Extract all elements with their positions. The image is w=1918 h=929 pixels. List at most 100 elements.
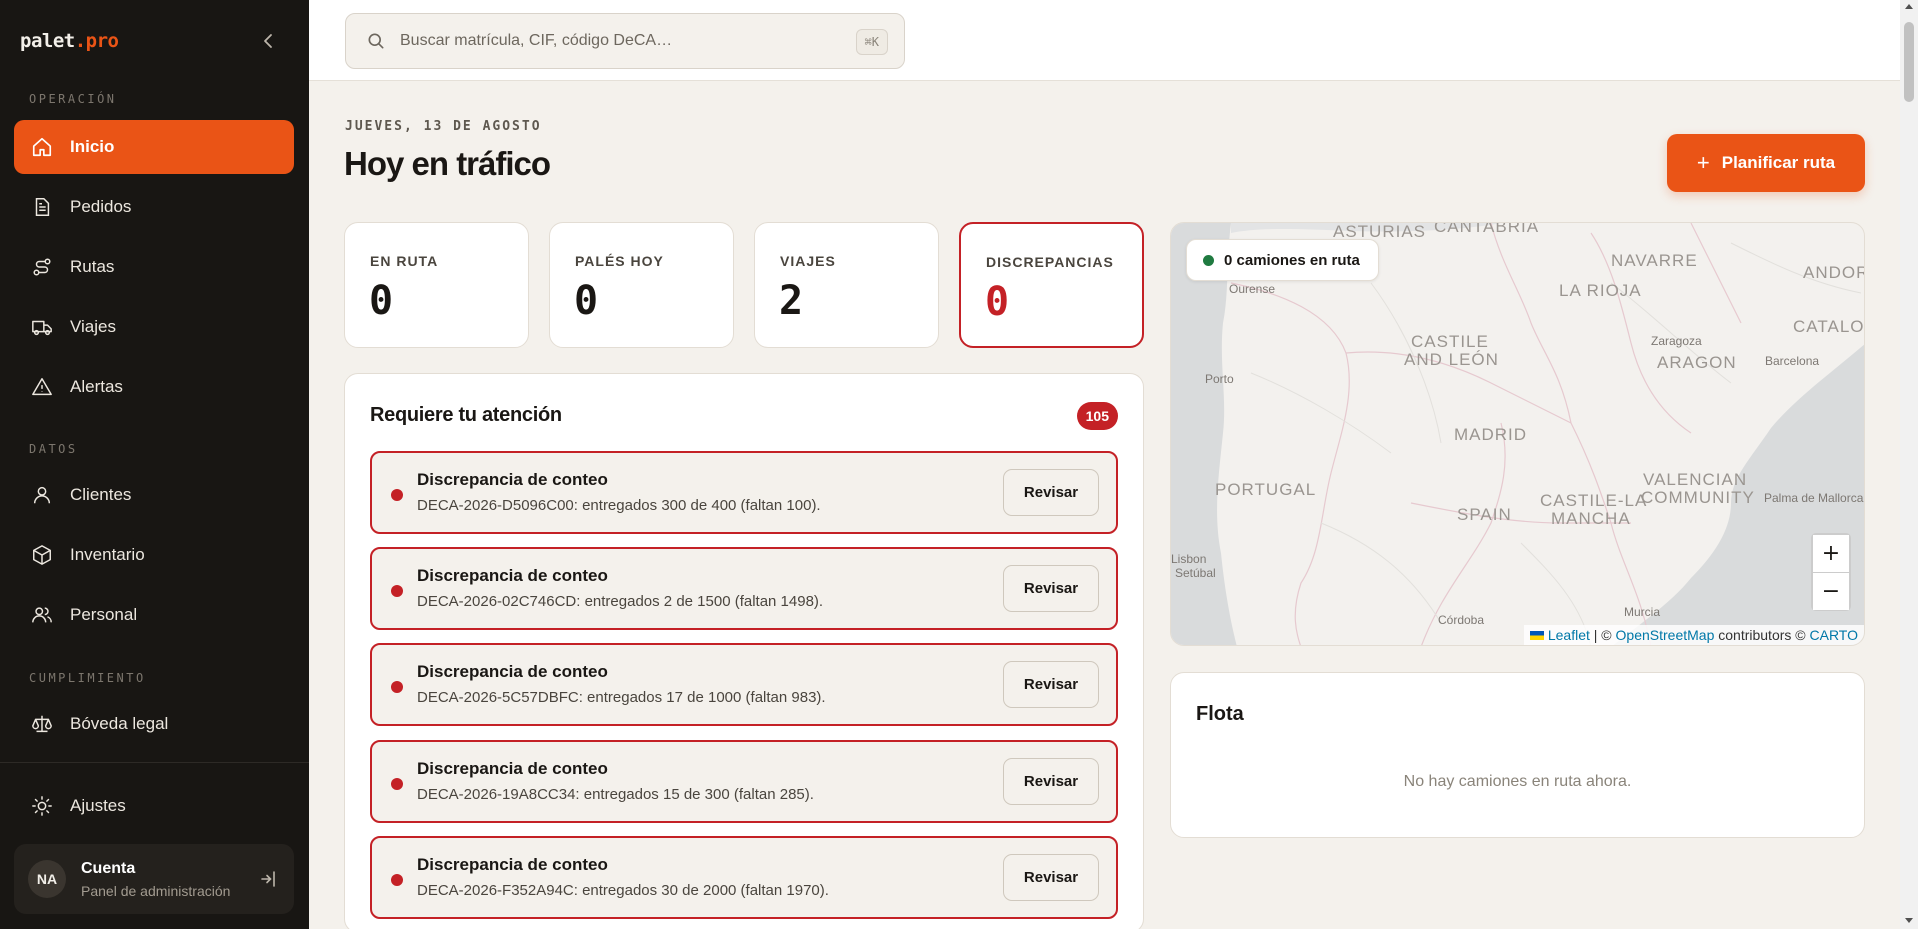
section-label-datos: DATOS (29, 442, 78, 456)
plus-icon: + (1696, 150, 1710, 175)
warning-icon (30, 375, 54, 399)
box-icon (30, 543, 54, 567)
map-label: CANTABRIA (1434, 222, 1540, 236)
sidebar-item-label: Bóveda legal (70, 714, 169, 733)
openstreetmap-link[interactable]: OpenStreetMap (1616, 627, 1715, 643)
route-icon (30, 255, 54, 279)
stat-card-pales-hoy[interactable]: PALÉS HOY 0 (549, 222, 734, 348)
list-item[interactable]: Discrepancia de conteo DECA-2026-02C746C… (370, 547, 1118, 630)
map-label: Ourense (1229, 282, 1276, 296)
map-attribution: Leaflet | © OpenStreetMap contributors ©… (1523, 625, 1864, 645)
sidebar-item-label: Ajustes (70, 796, 126, 815)
logout-icon[interactable] (257, 867, 281, 891)
user-icon (30, 483, 54, 507)
account-name: Cuenta (81, 860, 136, 877)
stat-card-en-ruta[interactable]: EN RUTA 0 (344, 222, 529, 348)
search-box[interactable]: ⌘K (345, 13, 905, 69)
account-card[interactable]: NA Cuenta Panel de administración (14, 844, 294, 914)
review-button[interactable]: Revisar (1003, 565, 1099, 612)
sidebar-item-label: Rutas (70, 257, 115, 276)
carto-link[interactable]: CARTO (1810, 627, 1859, 643)
brand-logo[interactable]: palet.pro (20, 30, 119, 52)
users-icon (30, 603, 54, 627)
alert-dot-icon (391, 489, 403, 501)
sidebar-item-pedidos[interactable]: Pedidos (14, 180, 294, 234)
account-subtitle: Panel de administración (81, 883, 231, 899)
plan-route-button[interactable]: + Planificar ruta (1667, 134, 1865, 192)
sidebar-item-alertas[interactable]: Alertas (14, 360, 294, 414)
search-input[interactable] (400, 32, 820, 50)
review-button[interactable]: Revisar (1003, 758, 1099, 805)
map-label: Córdoba (1438, 613, 1485, 627)
map-label: Zaragoza (1651, 334, 1702, 348)
alert-dot-icon (391, 681, 403, 693)
attention-panel: Requiere tu atención 105 Discrepancia de… (344, 373, 1144, 929)
trucks-in-route-badge: 0 camiones en ruta (1186, 239, 1379, 281)
alert-description: DECA-2026-19A8CC34: entregados 15 de 300… (417, 786, 814, 803)
list-item[interactable]: Discrepancia de conteo DECA-2026-D5096C0… (370, 451, 1118, 534)
sidebar-item-label: Personal (70, 605, 138, 624)
fleet-empty-state: No hay camiones en ruta ahora. (1403, 773, 1632, 790)
fleet-map[interactable]: ASTURIAS CANTABRIA NAVARRE ANDORRA Ouren… (1170, 222, 1865, 646)
map-label: CATALONIA (1793, 317, 1865, 336)
map-label: CASTILE-LA (1540, 491, 1648, 510)
map-label: MADRID (1454, 425, 1528, 444)
sidebar-item-boveda-legal[interactable]: Bóveda legal (14, 697, 294, 751)
map-label: SPAIN (1457, 505, 1512, 524)
alert-description: DECA-2026-F352A94C: entregados 30 de 200… (417, 882, 829, 899)
stat-value: 2 (779, 278, 804, 324)
map-label: Porto (1205, 372, 1234, 386)
stat-card-discrepancias[interactable]: DISCREPANCIAS 0 (959, 222, 1144, 348)
zoom-out-button[interactable]: − (1813, 573, 1849, 610)
attention-title: Requiere tu atención (370, 404, 562, 426)
sidebar-item-ajustes[interactable]: Ajustes (14, 779, 294, 833)
scale-icon (30, 712, 54, 736)
alert-title: Discrepancia de conteo (417, 470, 608, 489)
sun-icon (30, 794, 54, 818)
sidebar-item-label: Alertas (70, 377, 123, 396)
page-scrollbar[interactable] (1900, 0, 1918, 929)
scroll-thumb[interactable] (1904, 22, 1914, 102)
alert-dot-icon (391, 585, 403, 597)
section-label-cumplimiento: CUMPLIMIENTO (29, 671, 146, 685)
list-item[interactable]: Discrepancia de conteo DECA-2026-F352A94… (370, 836, 1118, 919)
map-label: CASTILE (1411, 332, 1489, 351)
list-item[interactable]: Discrepancia de conteo DECA-2026-19A8CC3… (370, 740, 1118, 823)
sidebar-item-viajes[interactable]: Viajes (14, 300, 294, 354)
leaflet-link[interactable]: Leaflet (1548, 627, 1590, 643)
review-button[interactable]: Revisar (1003, 661, 1099, 708)
sidebar-item-inventario[interactable]: Inventario (14, 528, 294, 582)
map-label: COMMUNITY (1641, 488, 1755, 507)
truck-icon (30, 315, 54, 339)
sidebar-item-clientes[interactable]: Clientes (14, 468, 294, 522)
review-button[interactable]: Revisar (1003, 854, 1099, 901)
zoom-in-button[interactable]: + (1813, 535, 1849, 572)
ukraine-flag-icon (1529, 630, 1544, 640)
map-label: PORTUGAL (1215, 480, 1317, 499)
review-button[interactable]: Revisar (1003, 469, 1099, 516)
sidebar-item-label: Pedidos (70, 197, 132, 216)
scroll-up-arrow-icon[interactable] (1905, 4, 1913, 9)
map-label: ANDORRA (1803, 263, 1864, 282)
sidebar-item-inicio[interactable]: Inicio (14, 120, 294, 174)
collapse-sidebar-icon[interactable] (258, 29, 278, 53)
stat-card-viajes[interactable]: VIAJES 2 (754, 222, 939, 348)
attribution-text: contributors © (1714, 627, 1810, 643)
attribution-text: | © (1589, 627, 1616, 643)
scroll-down-arrow-icon[interactable] (1905, 918, 1913, 923)
alert-description: DECA-2026-D5096C00: entregados 300 de 40… (417, 497, 821, 514)
alert-dot-icon (391, 778, 403, 790)
sidebar-item-label: Clientes (70, 485, 132, 504)
sidebar: palet.pro OPERACIÓN Inicio Pedidos Rutas… (0, 0, 309, 929)
stat-value: 0 (574, 278, 599, 324)
list-item[interactable]: Discrepancia de conteo DECA-2026-5C57DBF… (370, 643, 1118, 726)
map-label: Setúbal (1175, 566, 1216, 580)
map-label: Lisbon (1171, 552, 1207, 566)
trucks-in-route-label: 0 camiones en ruta (1224, 251, 1360, 269)
stat-label: VIAJES (780, 253, 836, 269)
topbar: ⌘K (309, 0, 1900, 81)
map-label: Palma de Mallorca (1764, 491, 1864, 505)
stat-label: EN RUTA (370, 253, 439, 269)
sidebar-item-rutas[interactable]: Rutas (14, 240, 294, 294)
sidebar-item-personal[interactable]: Personal (14, 588, 294, 642)
